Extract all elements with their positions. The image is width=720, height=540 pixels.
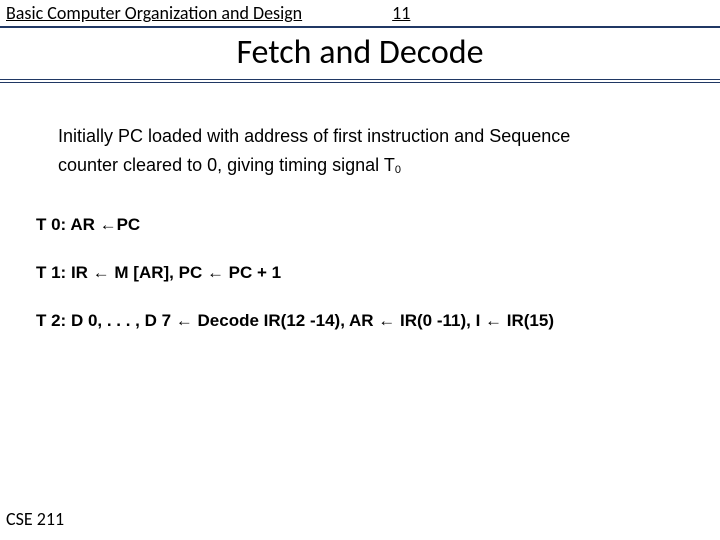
slide-title: Fetch and Decode bbox=[0, 32, 720, 73]
intro-line-1: Initially PC loaded with address of firs… bbox=[58, 125, 676, 148]
title-band: Fetch and Decode bbox=[0, 26, 720, 83]
steps-block: T 0: AR ←PC T 1: IR ← M [AR], PC ← PC + … bbox=[36, 215, 676, 331]
slide-footer: CSE 211 bbox=[6, 508, 64, 530]
intro-line-2-text: counter cleared to 0, giving timing sign… bbox=[58, 155, 395, 175]
step-t1: T 1: IR ← M [AR], PC ← PC + 1 bbox=[36, 263, 676, 283]
slide-header: Basic Computer Organization and Design 1… bbox=[0, 0, 720, 24]
intro-line-2: counter cleared to 0, giving timing sign… bbox=[58, 154, 676, 177]
step-t2: T 2: D 0, . . . , D 7 ← Decode IR(12 -14… bbox=[36, 311, 676, 331]
intro-subscript: 0 bbox=[395, 164, 401, 176]
page-number: 11 bbox=[392, 2, 410, 24]
slide-content: Initially PC loaded with address of firs… bbox=[0, 83, 720, 331]
chapter-label: Basic Computer Organization and Design bbox=[6, 2, 302, 24]
step-t0: T 0: AR ←PC bbox=[36, 215, 676, 235]
